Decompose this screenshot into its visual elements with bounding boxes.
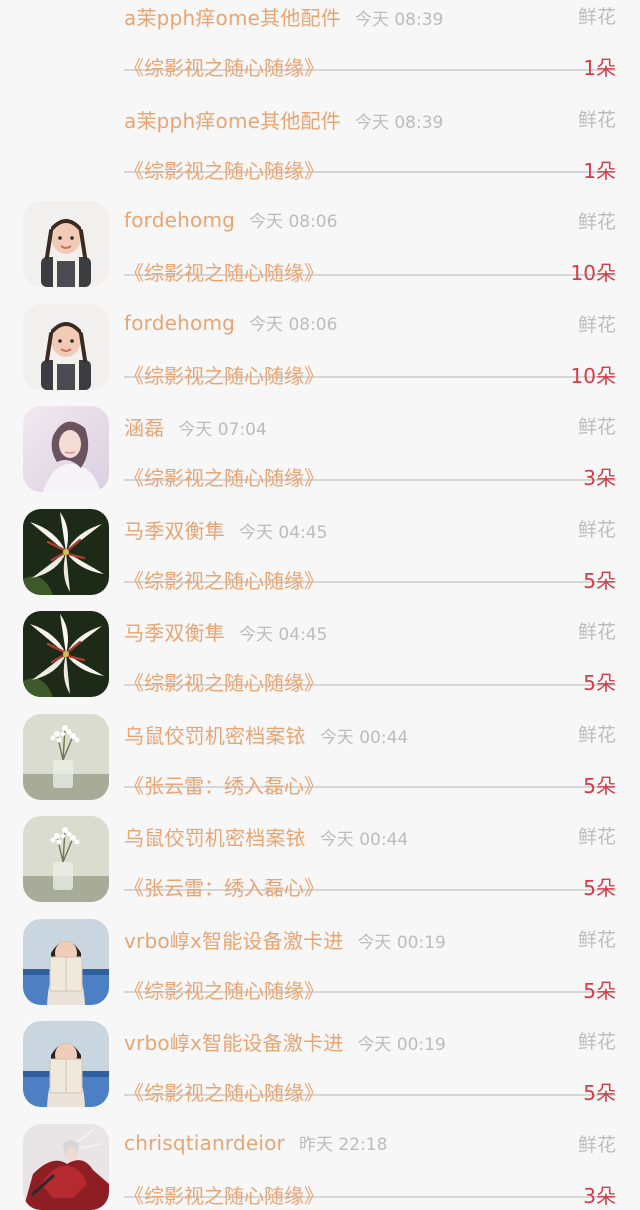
list-item[interactable]: 马季双衡隼 今天 04:45 鲜花 《综影视之随心随缘》 5朵 [0, 481, 640, 595]
girl-braids-avatar-icon [23, 201, 109, 287]
woman-soft-avatar-icon [23, 406, 109, 492]
avatar[interactable] [23, 406, 109, 492]
list-item-content: a茉pph痒ome其他配件 今天 08:39 鲜花 《综影视之随心随缘》 1朵 [124, 0, 616, 80]
gift-type: 鲜花 [577, 621, 616, 643]
sender-name[interactable]: 马季双衡隼 [124, 519, 225, 543]
gift-time: 今天 00:19 [357, 932, 446, 953]
gift-type: 鲜花 [577, 108, 616, 131]
sender-name[interactable]: a茉pph痒ome其他配件 [124, 6, 341, 30]
work-title-link[interactable]: 《综影视之随心随缘》 [124, 1184, 324, 1208]
list-item[interactable]: 乌鼠佼罚机密档案铱 今天 00:44 鲜花 《张云雷：绣入磊心》 5朵 [0, 788, 640, 902]
list-item[interactable]: fordehomg 今天 08:06 鲜花 《综影视之随心随缘》 10朵 [0, 276, 640, 390]
list-item-content: 乌鼠佼罚机密档案铱 今天 00:44 鲜花 《张云雷：绣入磊心》 5朵 [124, 788, 616, 900]
sender-name[interactable]: chrisqtianrdeior [124, 1131, 285, 1155]
gift-time: 今天 08:06 [249, 314, 338, 335]
avatar[interactable] [23, 303, 109, 390]
gift-time: 今天 08:39 [354, 10, 444, 30]
girl-book-avatar-icon [23, 918, 109, 1005]
list-item[interactable]: fordehomg 今天 08:06 鲜花 《综影视之随心随缘》 10朵 [0, 173, 640, 287]
gift-type: 鲜花 [577, 723, 616, 746]
girl-braids-avatar-icon [23, 303, 109, 390]
list-item-content: vrbo崞x智能设备激卡进 今天 00:19 鲜花 《综影视之随心随缘》 5朵 [124, 891, 616, 1003]
list-item[interactable]: vrbo崞x智能设备激卡进 今天 00:19 鲜花 《综影视之随心随缘》 5朵 [0, 993, 640, 1107]
list-item-content: fordehomg 今天 08:06 鲜花 《综影视之随心随缘》 10朵 [124, 276, 616, 388]
gift-type: 鲜花 [577, 518, 616, 541]
sender-name[interactable]: vrbo崞x智能设备激卡进 [124, 1031, 343, 1055]
lily-flower-avatar-icon [23, 611, 109, 697]
gift-record-list: a茉pph痒ome其他配件 今天 08:39 鲜花 《综影视之随心随缘》 1朵 a… [0, 0, 640, 1210]
sender-name[interactable]: a茉pph痒ome其他配件 [124, 109, 341, 133]
girl-book-avatar-icon [23, 1021, 109, 1107]
avatar[interactable] [23, 1021, 109, 1107]
sender-name[interactable]: vrbo崞x智能设备激卡进 [124, 929, 343, 953]
list-item[interactable]: chrisqtianrdeior 昨天 22:18 鲜花 《综影视之随心随缘》 3… [0, 1096, 640, 1210]
gift-type: 鲜花 [577, 1133, 616, 1156]
sender-name[interactable]: fordehomg [124, 311, 235, 335]
list-item-content: vrbo崞x智能设备激卡进 今天 00:19 鲜花 《综影视之随心随缘》 5朵 [124, 993, 616, 1105]
sender-name[interactable]: 乌鼠佼罚机密档案铱 [124, 724, 306, 748]
avatar[interactable] [23, 713, 109, 800]
avatar[interactable] [23, 201, 109, 287]
avatar[interactable] [23, 918, 109, 1005]
list-item[interactable]: a茉pph痒ome其他配件 今天 08:39 鲜花 《综影视之随心随缘》 1朵 [0, 71, 640, 183]
sender-name[interactable]: 涵磊 [124, 416, 164, 440]
gift-type: 鲜花 [577, 416, 616, 438]
gift-time: 今天 04:45 [239, 625, 328, 645]
gift-time: 今天 00:19 [357, 1035, 446, 1055]
list-item-content: 马季双衡隼 今天 04:45 鲜花 《综影视之随心随缘》 5朵 [124, 583, 616, 695]
sender-name[interactable]: 乌鼠佼罚机密档案铱 [124, 826, 306, 850]
list-item[interactable]: 马季双衡隼 今天 04:45 鲜花 《综影视之随心随缘》 5朵 [0, 583, 640, 697]
gift-time: 今天 00:44 [319, 727, 409, 748]
list-item[interactable]: 乌鼠佼罚机密档案铱 今天 00:44 鲜花 《张云雷：绣入磊心》 5朵 [0, 686, 640, 800]
lily-flower-avatar-icon [23, 508, 109, 595]
red-warrior-avatar-icon [23, 1123, 109, 1210]
list-item[interactable]: vrbo崞x智能设备激卡进 今天 00:19 鲜花 《综影视之随心随缘》 5朵 [0, 891, 640, 1005]
gift-count: 3朵 [583, 1183, 616, 1208]
list-item-content: chrisqtianrdeior 昨天 22:18 鲜花 《综影视之随心随缘》 3… [124, 1096, 616, 1208]
avatar[interactable] [23, 1123, 109, 1210]
white-flowers-vase-avatar-icon [23, 713, 109, 800]
avatar[interactable] [23, 611, 109, 697]
gift-type: 鲜花 [577, 826, 616, 848]
gift-type: 鲜花 [577, 1031, 616, 1053]
gift-time: 昨天 22:18 [298, 1134, 388, 1155]
list-item[interactable]: 涵磊 今天 07:04 鲜花 《综影视之随心随缘》 3朵 [0, 378, 640, 492]
gift-type: 鲜花 [577, 211, 616, 233]
gift-time: 今天 07:04 [178, 420, 267, 440]
gift-time: 今天 08:39 [354, 112, 444, 133]
list-item-content: 涵磊 今天 07:04 鲜花 《综影视之随心随缘》 3朵 [124, 378, 616, 490]
list-item-content: fordehomg 今天 08:06 鲜花 《综影视之随心随缘》 10朵 [124, 173, 616, 285]
avatar[interactable] [23, 508, 109, 595]
list-item[interactable]: a茉pph痒ome其他配件 今天 08:39 鲜花 《综影视之随心随缘》 1朵 [0, 0, 640, 80]
avatar[interactable] [23, 816, 109, 902]
list-item-content: 乌鼠佼罚机密档案铱 今天 00:44 鲜花 《张云雷：绣入磊心》 5朵 [124, 686, 616, 798]
gift-time: 今天 08:06 [249, 212, 338, 232]
sender-name[interactable]: 马季双衡隼 [124, 621, 225, 645]
gift-type: 鲜花 [577, 313, 616, 336]
sender-name[interactable]: fordehomg [124, 208, 235, 232]
white-flowers-vase-avatar-icon [23, 816, 109, 902]
gift-time: 今天 04:45 [239, 522, 328, 543]
gift-type: 鲜花 [577, 928, 616, 951]
gift-type: 鲜花 [577, 6, 616, 28]
list-item-content: a茉pph痒ome其他配件 今天 08:39 鲜花 《综影视之随心随缘》 1朵 [124, 71, 616, 183]
gift-time: 今天 00:44 [319, 830, 409, 850]
list-item-content: 马季双衡隼 今天 04:45 鲜花 《综影视之随心随缘》 5朵 [124, 481, 616, 593]
